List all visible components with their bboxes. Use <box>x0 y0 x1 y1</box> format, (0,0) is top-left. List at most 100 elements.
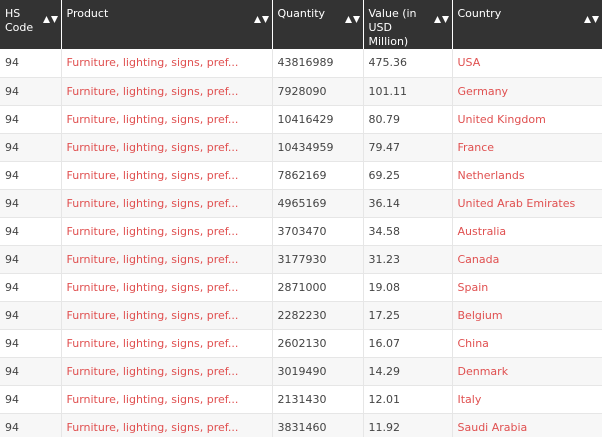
table-body: 94 Furniture, lighting, signs, pref... 438… <box>0 49 602 437</box>
trade-data-table: HS Code Product Quantity Value (in USD M… <box>0 0 602 437</box>
column-header-hs-code[interactable]: HS Code <box>0 0 62 49</box>
product-cell: Furniture, lighting, signs, pref... <box>61 385 273 414</box>
table-row: 94 Furniture, lighting, signs, pref... 287… <box>0 273 602 302</box>
product-cell: Furniture, lighting, signs, pref... <box>61 245 273 274</box>
product-link[interactable]: Furniture, lighting, signs, pref... <box>67 56 239 69</box>
hs-code-cell: 94 <box>0 189 62 218</box>
column-header-label: Product <box>66 7 109 20</box>
table-row: 94 Furniture, lighting, signs, pref... 496… <box>0 189 602 218</box>
product-link[interactable]: Furniture, lighting, signs, pref... <box>67 113 239 126</box>
quantity-cell: 10416429 <box>272 105 364 134</box>
country-link[interactable]: Australia <box>458 225 507 238</box>
country-cell: Spain <box>452 273 602 302</box>
product-cell: Furniture, lighting, signs, pref... <box>61 49 273 78</box>
country-link[interactable]: Denmark <box>458 365 509 378</box>
column-header-quantity[interactable]: Quantity <box>272 0 364 49</box>
country-cell: Netherlands <box>452 161 602 190</box>
sort-icon[interactable] <box>344 14 360 23</box>
country-cell: United Kingdom <box>452 105 602 134</box>
quantity-cell: 2282230 <box>272 301 364 330</box>
country-link[interactable]: Belgium <box>458 309 503 322</box>
value-cell: 12.01 <box>363 385 453 414</box>
trade-data-table-container: HS Code Product Quantity Value (in USD M… <box>0 0 602 437</box>
quantity-cell: 3177930 <box>272 245 364 274</box>
hs-code-cell: 94 <box>0 413 62 437</box>
column-header-product[interactable]: Product <box>61 0 273 49</box>
column-header-value[interactable]: Value (in USD Million) <box>363 0 453 49</box>
country-cell: USA <box>452 49 602 78</box>
product-link[interactable]: Furniture, lighting, signs, pref... <box>67 225 239 238</box>
table-row: 94 Furniture, lighting, signs, pref... 792… <box>0 77 602 106</box>
country-link[interactable]: Canada <box>458 253 500 266</box>
hs-code-cell: 94 <box>0 49 62 78</box>
country-cell: China <box>452 329 602 358</box>
value-cell: 475.36 <box>363 49 453 78</box>
product-cell: Furniture, lighting, signs, pref... <box>61 189 273 218</box>
country-cell: Germany <box>452 77 602 106</box>
country-link[interactable]: Germany <box>458 85 509 98</box>
value-cell: 79.47 <box>363 133 453 162</box>
table-row: 94 Furniture, lighting, signs, pref... 317… <box>0 245 602 274</box>
value-cell: 80.79 <box>363 105 453 134</box>
product-link[interactable]: Furniture, lighting, signs, pref... <box>67 253 239 266</box>
value-cell: 16.07 <box>363 329 453 358</box>
product-link[interactable]: Furniture, lighting, signs, pref... <box>67 141 239 154</box>
country-link[interactable]: France <box>458 141 495 154</box>
country-cell: Italy <box>452 385 602 414</box>
country-link[interactable]: United Kingdom <box>458 113 546 126</box>
quantity-cell: 43816989 <box>272 49 364 78</box>
table-row: 94 Furniture, lighting, signs, pref... 104… <box>0 105 602 134</box>
product-cell: Furniture, lighting, signs, pref... <box>61 357 273 386</box>
hs-code-cell: 94 <box>0 329 62 358</box>
product-cell: Furniture, lighting, signs, pref... <box>61 77 273 106</box>
quantity-cell: 4965169 <box>272 189 364 218</box>
sort-icon[interactable] <box>42 14 58 23</box>
hs-code-cell: 94 <box>0 245 62 274</box>
hs-code-cell: 94 <box>0 133 62 162</box>
quantity-cell: 10434959 <box>272 133 364 162</box>
product-link[interactable]: Furniture, lighting, signs, pref... <box>67 281 239 294</box>
sort-icon[interactable] <box>433 14 449 23</box>
country-link[interactable]: China <box>458 337 489 350</box>
column-header-label: HS Code <box>5 7 34 34</box>
quantity-cell: 3831460 <box>272 413 364 437</box>
product-link[interactable]: Furniture, lighting, signs, pref... <box>67 85 239 98</box>
country-cell: Australia <box>452 217 602 246</box>
sort-icon[interactable] <box>253 14 269 23</box>
header-row: HS Code Product Quantity Value (in USD M… <box>0 0 602 49</box>
value-cell: 36.14 <box>363 189 453 218</box>
product-link[interactable]: Furniture, lighting, signs, pref... <box>67 421 239 434</box>
table-row: 94 Furniture, lighting, signs, pref... 438… <box>0 49 602 78</box>
value-cell: 101.11 <box>363 77 453 106</box>
hs-code-cell: 94 <box>0 273 62 302</box>
product-cell: Furniture, lighting, signs, pref... <box>61 217 273 246</box>
product-cell: Furniture, lighting, signs, pref... <box>61 133 273 162</box>
quantity-cell: 3703470 <box>272 217 364 246</box>
product-cell: Furniture, lighting, signs, pref... <box>61 329 273 358</box>
country-link[interactable]: USA <box>458 56 481 69</box>
value-cell: 31.23 <box>363 245 453 274</box>
country-link[interactable]: Saudi Arabia <box>458 421 528 434</box>
product-link[interactable]: Furniture, lighting, signs, pref... <box>67 393 239 406</box>
product-cell: Furniture, lighting, signs, pref... <box>61 273 273 302</box>
product-link[interactable]: Furniture, lighting, signs, pref... <box>67 197 239 210</box>
hs-code-cell: 94 <box>0 357 62 386</box>
table-row: 94 Furniture, lighting, signs, pref... 786… <box>0 161 602 190</box>
quantity-cell: 7862169 <box>272 161 364 190</box>
column-header-label: Country <box>457 7 502 20</box>
table-row: 94 Furniture, lighting, signs, pref... 301… <box>0 357 602 386</box>
country-link[interactable]: United Arab Emirates <box>458 197 576 210</box>
product-link[interactable]: Furniture, lighting, signs, pref... <box>67 365 239 378</box>
column-header-country[interactable]: Country <box>452 0 602 49</box>
country-link[interactable]: Netherlands <box>458 169 525 182</box>
table-row: 94 Furniture, lighting, signs, pref... 383… <box>0 413 602 437</box>
table-row: 94 Furniture, lighting, signs, pref... 370… <box>0 217 602 246</box>
product-link[interactable]: Furniture, lighting, signs, pref... <box>67 169 239 182</box>
sort-icon[interactable] <box>584 14 599 23</box>
hs-code-cell: 94 <box>0 77 62 106</box>
product-link[interactable]: Furniture, lighting, signs, pref... <box>67 309 239 322</box>
country-link[interactable]: Italy <box>458 393 482 406</box>
product-link[interactable]: Furniture, lighting, signs, pref... <box>67 337 239 350</box>
country-link[interactable]: Spain <box>458 281 489 294</box>
quantity-cell: 2871000 <box>272 273 364 302</box>
